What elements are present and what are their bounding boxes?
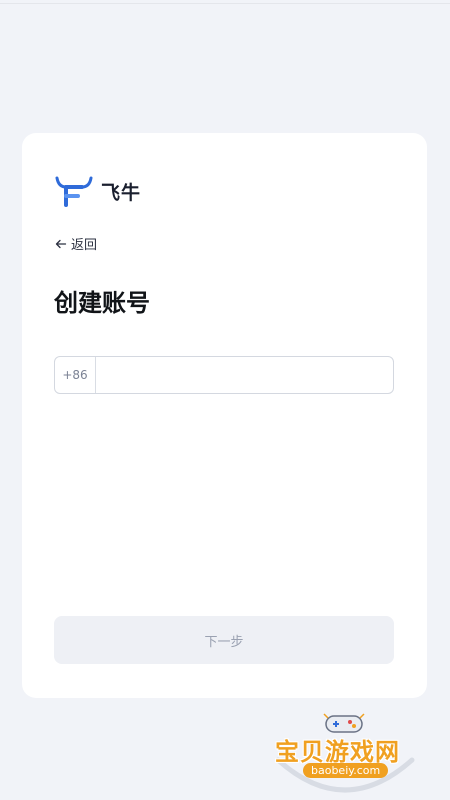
phone-input[interactable]: [96, 357, 393, 393]
brand-header: 飞牛: [55, 174, 141, 208]
page-title: 创建账号: [54, 289, 150, 317]
app-name: 飞牛: [101, 181, 142, 204]
country-code-selector[interactable]: +86: [55, 357, 96, 393]
back-label: 返回: [71, 238, 98, 253]
arrow-left-icon: [55, 239, 67, 248]
top-divider: [0, 3, 450, 4]
phone-field: +86: [54, 356, 394, 394]
back-link[interactable]: 返回: [55, 234, 97, 253]
signup-card: 飞牛 返回 创建账号 +86 下一步: [22, 133, 427, 698]
bull-horns-logo-icon: [55, 176, 93, 207]
watermark-text: 宝贝游戏网: [275, 738, 400, 766]
watermark: 宝贝游戏网 baobeiy.com: [270, 710, 420, 795]
watermark-url: baobeiy.com: [303, 763, 389, 778]
next-button[interactable]: 下一步: [54, 616, 394, 664]
